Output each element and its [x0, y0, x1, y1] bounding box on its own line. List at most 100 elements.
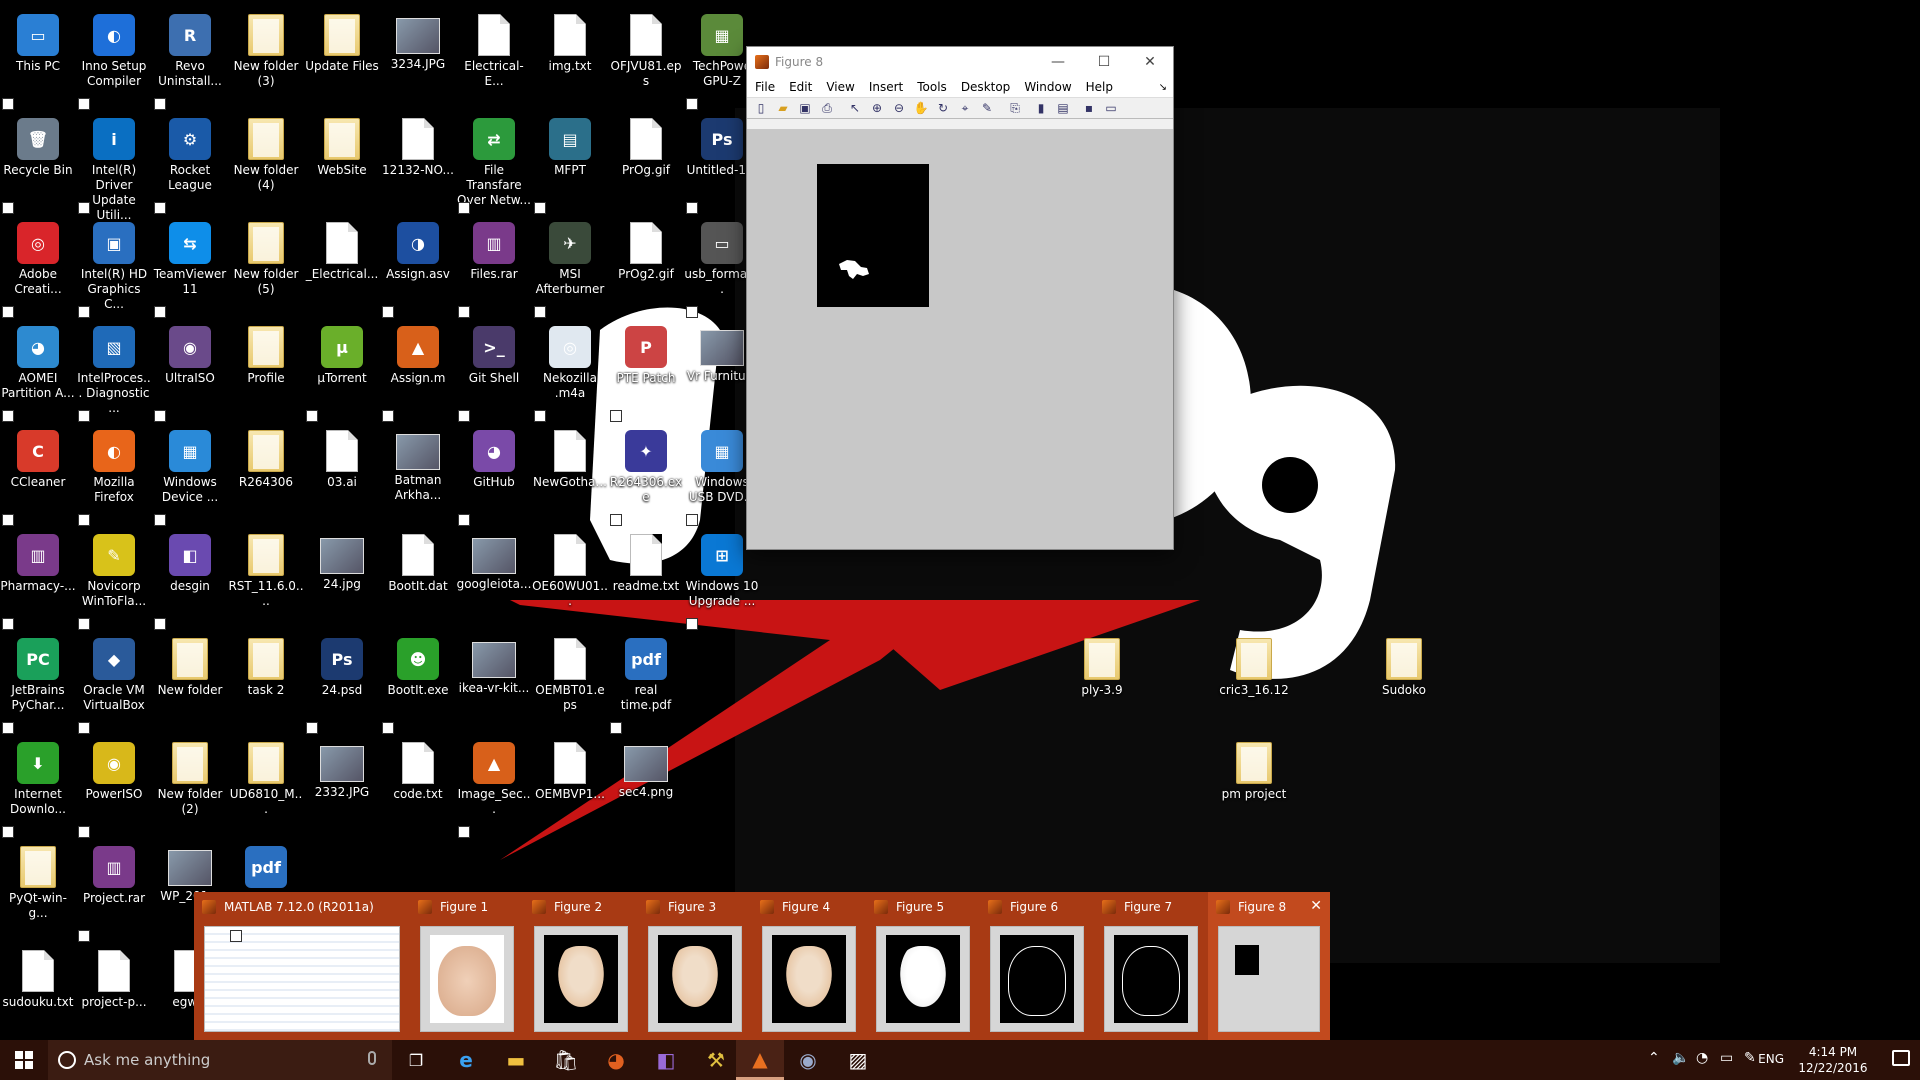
preview-figure-1[interactable]: Figure 1 [410, 892, 524, 1040]
visual-studio-icon[interactable]: ◧ [642, 1040, 690, 1080]
desktop-icon-img-txt[interactable]: img.txt [532, 6, 608, 108]
search-box[interactable]: Ask me anything [48, 1040, 392, 1080]
desktop-icon-task-2[interactable]: task 2 [228, 630, 304, 732]
desktop-icon-new-folder[interactable]: New folder [152, 630, 228, 732]
desktop-icon-inno-setup-compiler[interactable]: ◐ Inno Setup Compiler [76, 6, 152, 108]
desktop-icon-internet-downlo[interactable]: ⬇ Internet Downlo... [0, 734, 76, 836]
desktop-icon-readme-txt[interactable]: readme.txt [608, 526, 684, 628]
desktop-icon-sudouku-txt[interactable]: sudouku.txt [0, 942, 76, 1040]
desktop-icon-2332-jpg[interactable]: 2332.JPG [304, 734, 380, 836]
desktop-icon-24-jpg[interactable]: 24.jpg [304, 526, 380, 628]
menu-file[interactable]: File [755, 80, 775, 94]
desktop-icon-12132-no[interactable]: 12132-NO... [380, 110, 456, 212]
edge-icon[interactable]: e [442, 1040, 490, 1080]
desktop-icon-newgotha[interactable]: NewGotha... [532, 422, 608, 524]
desktop-icon-poweriso[interactable]: ◉ PowerISO [76, 734, 152, 836]
desktop-icon-bootit-exe[interactable]: ☻ BootIt.exe [380, 630, 456, 732]
desktop-icon-03-ai[interactable]: 03.ai [304, 422, 380, 524]
menu-insert[interactable]: Insert [869, 80, 903, 94]
desktop-icon-files-rar[interactable]: ▥ Files.rar [456, 214, 532, 316]
close-button[interactable]: ✕ [1127, 47, 1173, 77]
file-explorer-icon[interactable]: ▬ [492, 1040, 540, 1080]
preview-figure-5[interactable]: Figure 5 [866, 892, 980, 1040]
zoom-in-icon[interactable]: ⊕ [869, 100, 885, 116]
desktop-icon-24-psd[interactable]: Ps 24.psd [304, 630, 380, 732]
desktop-icon-profile[interactable]: Profile [228, 318, 304, 420]
desktop-icon-pharmacy[interactable]: ▥ Pharmacy-... [0, 526, 76, 628]
store-icon[interactable]: 🛍 [542, 1040, 590, 1080]
dock-arrow-icon[interactable]: ↘ [1159, 82, 1167, 93]
photos-icon[interactable]: ▨ [834, 1040, 882, 1080]
desktop-icon-teamviewer-11[interactable]: ⇆ TeamViewer 11 [152, 214, 228, 316]
desktop-icon-bootit-dat[interactable]: BootIt.dat [380, 526, 456, 628]
rotate-icon[interactable]: ↻ [935, 100, 951, 116]
legend-icon[interactable]: ▤ [1055, 100, 1071, 116]
desktop-icon-oembvp1[interactable]: OEMBVP1... [532, 734, 608, 836]
preview-figure-7[interactable]: Figure 7 [1094, 892, 1208, 1040]
preview-figure-3[interactable]: Figure 3 [638, 892, 752, 1040]
microphone-icon[interactable] [368, 1051, 376, 1065]
print-icon[interactable]: ⎙ [819, 100, 835, 116]
matlab-taskbar-icon[interactable]: ▲ [736, 1040, 784, 1080]
desktop-icon-prog-gif[interactable]: PrOg.gif [608, 110, 684, 212]
figure-titlebar[interactable]: Figure 8 — ☐ ✕ [747, 47, 1173, 77]
desktop-icon-desgin[interactable]: ◧ desgin [152, 526, 228, 628]
hide-tools-icon[interactable]: ▪ [1081, 100, 1097, 116]
pan-icon[interactable]: ✋ [913, 100, 929, 116]
desktop-icon-ccleaner[interactable]: C CCleaner [0, 422, 76, 524]
desktop-icon-rocket-league[interactable]: ⚙ Rocket League [152, 110, 228, 212]
menu-tools[interactable]: Tools [917, 80, 947, 94]
preview-close-icon[interactable]: ✕ [1310, 898, 1322, 914]
figure-window[interactable]: Figure 8 — ☐ ✕ File Edit View Insert Too… [746, 46, 1174, 550]
desktop-icon-aomei-partition-a[interactable]: ◕ AOMEI Partition A... [0, 318, 76, 420]
dock-icon[interactable]: ▭ [1103, 100, 1119, 116]
show-hidden-icons[interactable]: ⌃ [1648, 1050, 1660, 1066]
desktop-icon-github[interactable]: ◕ GitHub [456, 422, 532, 524]
desktop-icon-electrical[interactable]: _Electrical... [304, 214, 380, 316]
desktop-icon-prog2-gif[interactable]: PrOg2.gif [608, 214, 684, 316]
menu-desktop[interactable]: Desktop [961, 80, 1011, 94]
desktop-icon-oracle-vm-virtualbox[interactable]: ◆ Oracle VM VirtualBox [76, 630, 152, 732]
desktop-icon-intel-r-driver-update-utili[interactable]: i Intel(R) Driver Update Utili... [76, 110, 152, 222]
tools-icon[interactable]: ⚒ [692, 1040, 740, 1080]
preview-figure-6[interactable]: Figure 6 [980, 892, 1094, 1040]
desktop-icon-revo-uninstall[interactable]: R Revo Uninstall... [152, 6, 228, 108]
zoom-out-icon[interactable]: ⊖ [891, 100, 907, 116]
desktop-icon-ultraiso[interactable]: ◉ UltraISO [152, 318, 228, 420]
desktop-icon-sudoko[interactable]: Sudoko [1366, 630, 1442, 732]
desktop-icon-pte-patch[interactable]: P PTE Patch [608, 318, 684, 420]
preview-matlab-7-12-0-r2011a[interactable]: MATLAB 7.12.0 (R2011a) [194, 892, 410, 1040]
desktop-icon-website[interactable]: WebSite [304, 110, 380, 212]
desktop-icon-oe60wu01[interactable]: OE60WU01... [532, 526, 608, 628]
desktop-icon-oembt01-eps[interactable]: OEMBT01.eps [532, 630, 608, 732]
clock[interactable]: 4:14 PM 12/22/2016 [1798, 1044, 1868, 1076]
desktop-icon-cric3-16-12[interactable]: cric3_16.12 [1216, 630, 1292, 732]
desktop-icon-jetbrains-pychar[interactable]: PC JetBrains PyChar... [0, 630, 76, 732]
desktop-icon-ikea-vr-kit[interactable]: ikea-vr-kit... [456, 630, 532, 732]
language-indicator[interactable]: ENG [1758, 1052, 1784, 1066]
action-center-icon[interactable] [1892, 1050, 1910, 1066]
desktop-icon-3234-jpg[interactable]: 3234.JPG [380, 6, 456, 108]
task-view-icon[interactable]: ❐ [392, 1040, 440, 1080]
desktop-icon-novicorp-wintofla[interactable]: ✎ Novicorp WinToFla... [76, 526, 152, 628]
pen-icon[interactable]: ✎ [1744, 1050, 1756, 1066]
desktop-icon-ofjvu81-eps[interactable]: OFJVU81.eps [608, 6, 684, 108]
desktop-icon-ud6810-m[interactable]: UD6810_M... [228, 734, 304, 836]
pointer-icon[interactable]: ↖ [847, 100, 863, 116]
desktop-icon-pyqt-win-g[interactable]: PyQt-win-g... [0, 838, 76, 940]
menu-edit[interactable]: Edit [789, 80, 812, 94]
desktop-icon-assign-m[interactable]: ▲ Assign.m [380, 318, 456, 420]
desktop-icon-sec4-png[interactable]: sec4.png [608, 734, 684, 836]
maximize-button[interactable]: ☐ [1081, 47, 1127, 77]
menu-help[interactable]: Help [1086, 80, 1113, 94]
preview-figure-2[interactable]: Figure 2 [524, 892, 638, 1040]
preview-figure-4[interactable]: Figure 4 [752, 892, 866, 1040]
desktop-icon-recycle-bin[interactable]: 🗑 Recycle Bin [0, 110, 76, 212]
desktop-icon-intelproces-diagnostic[interactable]: ▧ IntelProces... Diagnostic ... [76, 318, 152, 420]
desktop-icon-torrent[interactable]: µ µTorrent [304, 318, 380, 420]
data-cursor-icon[interactable]: ⌖ [957, 100, 973, 116]
owl-app-icon[interactable]: ◕ [592, 1040, 640, 1080]
desktop-icon-googleiota[interactable]: googleiota... [456, 526, 532, 628]
desktop-icon-this-pc[interactable]: ▭ This PC [0, 6, 76, 108]
preview-figure-8[interactable]: Figure 8 ✕ [1208, 892, 1330, 1040]
